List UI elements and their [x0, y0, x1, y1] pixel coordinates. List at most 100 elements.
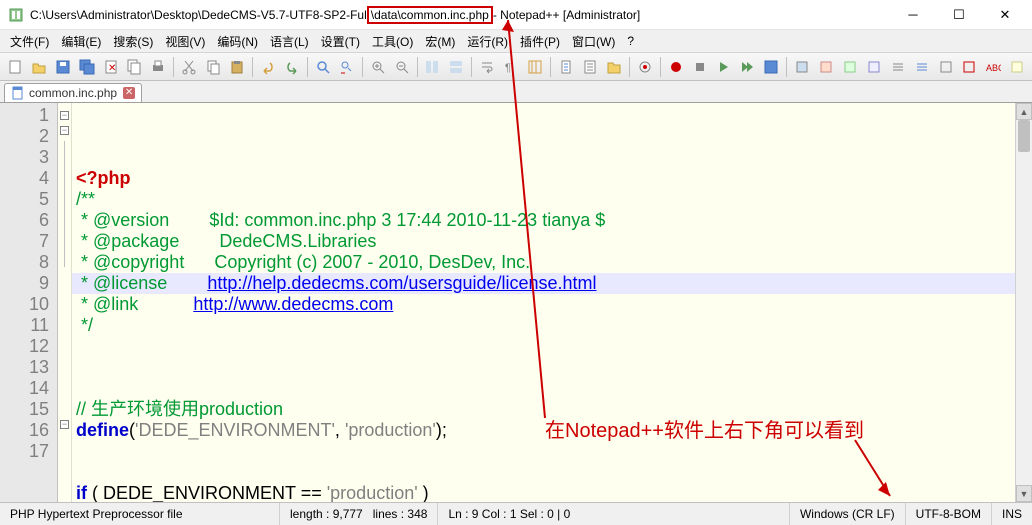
editor: 1234567891011121314151617 − − − <?php/**…	[0, 103, 1032, 502]
status-bar: PHP Hypertext Preprocessor file length :…	[0, 502, 1032, 525]
tool-extra-5-icon[interactable]	[887, 56, 909, 78]
tool-extra-2-icon[interactable]	[815, 56, 837, 78]
maximize-button[interactable]: ☐	[936, 0, 982, 30]
code-line	[76, 357, 1015, 378]
status-eol[interactable]: Windows (CR LF)	[790, 503, 906, 525]
tool-extra-7-icon[interactable]	[935, 56, 957, 78]
menu-settings[interactable]: 设置(T)	[315, 31, 366, 52]
code-area[interactable]: <?php/** * @version $Id: common.inc.php …	[72, 103, 1015, 502]
tool-extra-6-icon[interactable]	[911, 56, 933, 78]
menu-help[interactable]: ?	[621, 32, 640, 50]
code-line	[76, 462, 1015, 483]
code-line: * @version $Id: common.inc.php 3 17:44 2…	[76, 210, 1015, 231]
show-all-icon[interactable]: ¶	[500, 56, 522, 78]
save-macro-icon[interactable]	[760, 56, 782, 78]
save-icon[interactable]	[52, 56, 74, 78]
close-all-icon[interactable]	[124, 56, 146, 78]
code-line: // 生产环境使用production	[76, 399, 1015, 420]
status-position: Ln : 9 Col : 1 Sel : 0 | 0	[438, 503, 790, 525]
menu-language[interactable]: 语言(L)	[264, 31, 315, 52]
play-icon[interactable]	[712, 56, 734, 78]
code-line: /**	[76, 189, 1015, 210]
menu-macro[interactable]: 宏(M)	[419, 31, 461, 52]
tool-extra-10-icon[interactable]	[1006, 56, 1028, 78]
tool-extra-8-icon[interactable]	[959, 56, 981, 78]
code-line	[76, 378, 1015, 399]
code-line: <?php	[76, 168, 1015, 189]
func-list-icon[interactable]	[579, 56, 601, 78]
tab-common-inc-php[interactable]: common.inc.php ✕	[4, 83, 142, 102]
cut-icon[interactable]	[178, 56, 200, 78]
copy-icon[interactable]	[202, 56, 224, 78]
menu-file[interactable]: 文件(F)	[4, 31, 55, 52]
play-multi-icon[interactable]	[736, 56, 758, 78]
menu-edit[interactable]: 编辑(E)	[55, 31, 107, 52]
tab-close-icon[interactable]: ✕	[123, 87, 135, 99]
tool-extra-4-icon[interactable]	[863, 56, 885, 78]
sync-v-icon[interactable]	[422, 56, 444, 78]
svg-text:ABC: ABC	[986, 63, 1001, 73]
replace-icon[interactable]	[336, 56, 358, 78]
close-file-icon[interactable]: ✕	[100, 56, 122, 78]
title-bar: C:\Users\Administrator\Desktop\DedeCMS-V…	[0, 0, 1032, 30]
new-file-icon[interactable]	[4, 56, 26, 78]
tool-extra-3-icon[interactable]	[839, 56, 861, 78]
doc-map-icon[interactable]	[555, 56, 577, 78]
menu-encoding[interactable]: 编码(N)	[211, 31, 264, 52]
svg-text:✕: ✕	[108, 63, 116, 74]
code-line	[76, 441, 1015, 462]
code-line: * @link http://www.dedecms.com	[76, 294, 1015, 315]
code-line: if ( DEDE_ENVIRONMENT == 'production' )	[76, 483, 1015, 502]
fold-toggle-icon[interactable]: −	[60, 420, 69, 429]
indent-guide-icon[interactable]	[524, 56, 546, 78]
status-mode[interactable]: INS	[992, 503, 1032, 525]
scroll-down-icon[interactable]: ▼	[1016, 485, 1032, 502]
code-line: */	[76, 315, 1015, 336]
zoom-out-icon[interactable]	[391, 56, 413, 78]
line-gutter: 1234567891011121314151617	[0, 103, 58, 502]
undo-icon[interactable]	[257, 56, 279, 78]
scroll-up-icon[interactable]: ▲	[1016, 103, 1032, 120]
menu-plugins[interactable]: 插件(P)	[514, 31, 566, 52]
close-button[interactable]: ✕	[982, 0, 1028, 30]
menu-bar: 文件(F) 编辑(E) 搜索(S) 视图(V) 编码(N) 语言(L) 设置(T…	[0, 30, 1032, 53]
wordwrap-icon[interactable]	[476, 56, 498, 78]
menu-search[interactable]: 搜索(S)	[107, 31, 159, 52]
code-line	[76, 336, 1015, 357]
menu-window[interactable]: 窗口(W)	[566, 31, 621, 52]
vertical-scrollbar[interactable]: ▲ ▼	[1015, 103, 1032, 502]
tool-extra-1-icon[interactable]	[791, 56, 813, 78]
app-icon	[8, 7, 24, 23]
status-filetype: PHP Hypertext Preprocessor file	[0, 503, 280, 525]
sync-h-icon[interactable]	[445, 56, 467, 78]
scroll-thumb[interactable]	[1018, 120, 1030, 152]
title-path-prefix: C:\Users\Administrator\Desktop\DedeCMS-V…	[30, 8, 367, 22]
status-length: length : 9,777 lines : 348	[280, 503, 438, 525]
zoom-in-icon[interactable]	[367, 56, 389, 78]
paste-icon[interactable]	[226, 56, 248, 78]
menu-run[interactable]: 运行(R)	[461, 31, 514, 52]
monitor-icon[interactable]	[634, 56, 656, 78]
open-file-icon[interactable]	[28, 56, 50, 78]
redo-icon[interactable]	[281, 56, 303, 78]
tool-extra-9-icon[interactable]: ABC	[982, 56, 1004, 78]
record-icon[interactable]	[665, 56, 687, 78]
svg-text:¶: ¶	[505, 62, 511, 74]
code-line: define('DEDE_ENVIRONMENT', 'production')…	[76, 420, 1015, 441]
stop-icon[interactable]	[689, 56, 711, 78]
title-path-highlight: \data\common.inc.php	[367, 6, 493, 24]
fold-toggle-icon[interactable]: −	[60, 111, 69, 120]
save-all-icon[interactable]	[76, 56, 98, 78]
menu-view[interactable]: 视图(V)	[159, 31, 211, 52]
title-suffix: - Notepad++ [Administrator]	[493, 8, 640, 22]
folder-panel-icon[interactable]	[603, 56, 625, 78]
status-encoding[interactable]: UTF-8-BOM	[906, 503, 992, 525]
menu-tools[interactable]: 工具(O)	[366, 31, 419, 52]
print-icon[interactable]	[147, 56, 169, 78]
code-line: * @license http://help.dedecms.com/users…	[76, 273, 1015, 294]
find-icon[interactable]	[312, 56, 334, 78]
fold-toggle-icon[interactable]: −	[60, 126, 69, 135]
file-icon	[11, 86, 25, 100]
code-line: * @package DedeCMS.Libraries	[76, 231, 1015, 252]
minimize-button[interactable]: ─	[890, 0, 936, 30]
